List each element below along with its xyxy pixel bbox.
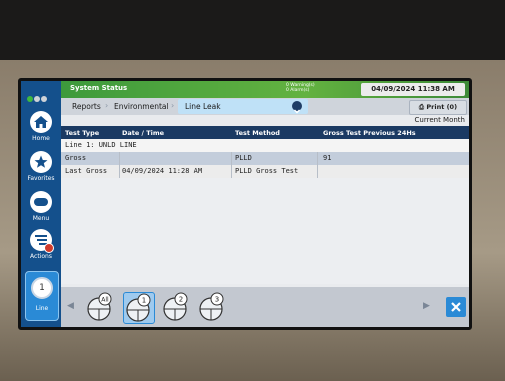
tank-gauge-icon: 1 xyxy=(126,293,151,322)
star-icon xyxy=(30,151,52,173)
sidebar-item-actions[interactable]: Actions xyxy=(21,229,61,260)
tank-button-3[interactable]: 3 xyxy=(197,292,227,322)
table-cell: PLLD Gross Test xyxy=(235,167,299,175)
line-group-row[interactable]: Line 1: UNLD LINE xyxy=(61,139,469,152)
tank-button-label: 1 xyxy=(142,296,146,304)
table-cell: 04/09/2024 11:28 AM xyxy=(122,167,203,175)
column-divider xyxy=(231,165,232,178)
breadcrumb-reports[interactable]: Reports xyxy=(72,102,101,111)
sidebar-item-label: Actions xyxy=(30,253,52,260)
monitor-bezel-top xyxy=(0,0,505,60)
period-label: Current Month xyxy=(61,115,465,126)
column-header[interactable]: Date / Time xyxy=(122,129,164,137)
table-empty-area xyxy=(61,178,469,284)
chevron-down-icon[interactable] xyxy=(292,101,302,114)
power-led-icon xyxy=(27,96,33,102)
alarm-led-icon xyxy=(41,96,47,102)
tank-button-label: All xyxy=(101,296,109,303)
column-divider xyxy=(119,165,120,178)
sidebar-item-label: Home xyxy=(32,135,50,142)
tank-button-label: 2 xyxy=(179,295,183,303)
table-cell: Gross xyxy=(65,154,87,162)
close-button[interactable] xyxy=(446,297,466,317)
sidebar-item-favorites[interactable]: Favorites xyxy=(21,151,61,182)
system-status-bar[interactable]: System Status 0 Warning(s) 0 Alarm(s) 04… xyxy=(61,81,469,98)
tank-gauge-icon: All xyxy=(87,292,112,321)
line-tank-button[interactable]: 1 Line xyxy=(25,271,59,321)
alert-badge-icon xyxy=(44,243,54,253)
scroll-right-icon[interactable]: ▶ xyxy=(423,301,430,311)
system-status-title: System Status xyxy=(70,84,128,92)
scroll-left-icon[interactable]: ◀ xyxy=(67,301,74,311)
column-divider xyxy=(231,152,232,165)
table-cell: Last Gross xyxy=(65,167,108,175)
alarm-counts: 0 Warning(s) 0 Alarm(s) xyxy=(286,83,315,93)
sidebar: Home Favorites Menu Actions 1 Line xyxy=(21,81,61,327)
console-screen: Home Favorites Menu Actions 1 Line Syste… xyxy=(18,78,472,330)
breadcrumb: Reports › Environmental › Line Leak ⎙ Pr… xyxy=(61,98,469,115)
line-label: Line xyxy=(35,305,49,312)
column-divider xyxy=(317,165,318,178)
printer-icon: ⎙ xyxy=(418,103,425,111)
table-cell: PLLD xyxy=(235,154,252,162)
print-label: Print (0) xyxy=(426,103,458,111)
tank-button-label: 3 xyxy=(215,295,219,303)
table-row[interactable]: Gross PLLD 91 xyxy=(61,152,469,165)
print-button[interactable]: ⎙ Print (0) xyxy=(409,100,467,115)
alarm-count: 0 Alarm(s) xyxy=(286,88,310,93)
chevron-right-icon: › xyxy=(171,101,175,110)
line-number-circle-icon: 1 xyxy=(31,277,53,299)
column-header[interactable]: Test Type xyxy=(65,129,99,137)
tank-button-1[interactable]: 1 xyxy=(123,292,155,324)
sidebar-item-menu[interactable]: Menu xyxy=(21,191,61,222)
date-time-display: 04/09/2024 11:38 AM xyxy=(361,83,465,96)
tank-gauge-icon: 3 xyxy=(199,292,224,321)
warning-led-icon xyxy=(34,96,40,102)
breadcrumb-environmental[interactable]: Environmental xyxy=(114,102,169,111)
column-header[interactable]: Test Method xyxy=(235,129,280,137)
chevron-right-icon: › xyxy=(105,101,109,110)
report-table: Test Type Date / Time Test Method Gross … xyxy=(61,126,469,178)
column-divider xyxy=(317,152,318,165)
tank-gauge-icon: 2 xyxy=(163,292,188,321)
close-icon xyxy=(451,302,461,312)
column-divider xyxy=(119,152,120,165)
sidebar-item-home[interactable]: Home xyxy=(21,111,61,142)
home-icon xyxy=(30,111,52,133)
sidebar-item-label: Menu xyxy=(32,215,50,222)
sidebar-item-label: Favorites xyxy=(27,175,55,182)
status-leds xyxy=(27,87,48,106)
tank-button-all[interactable]: All xyxy=(85,292,115,322)
tank-button-2[interactable]: 2 xyxy=(161,292,191,322)
column-header[interactable]: Gross Test Previous 24Hs xyxy=(323,129,416,137)
group-label: Line 1: UNLD LINE xyxy=(65,141,137,149)
table-row[interactable]: Last Gross 04/09/2024 11:28 AM PLLD Gros… xyxy=(61,165,469,178)
table-header: Test Type Date / Time Test Method Gross … xyxy=(61,126,469,139)
table-cell: 91 xyxy=(323,154,332,162)
tank-selector-bar: ◀ All 1 2 3 ▶ xyxy=(61,287,469,327)
menu-icon xyxy=(30,191,52,213)
actions-icon xyxy=(30,229,54,253)
breadcrumb-line-leak[interactable]: Line Leak xyxy=(185,102,221,111)
